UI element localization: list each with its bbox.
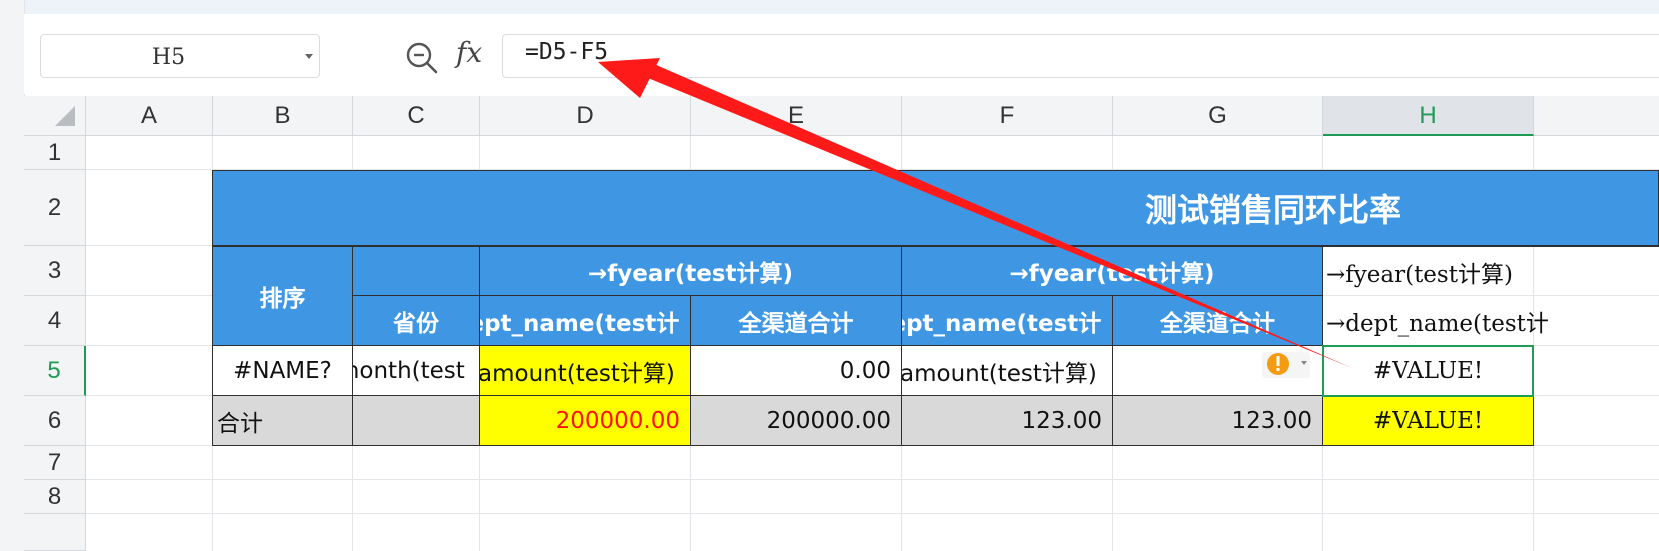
name-box[interactable]: H5 <box>40 34 320 78</box>
cell-g6[interactable]: 123.00 <box>1112 395 1323 446</box>
row-header-6[interactable]: 6 <box>24 396 86 446</box>
function-icon[interactable]: fx <box>456 36 482 69</box>
left-edge <box>0 0 25 551</box>
column-header-c[interactable]: C <box>353 96 480 136</box>
cell-h6[interactable]: #VALUE! <box>1322 395 1534 446</box>
column-header-a[interactable]: A <box>86 96 213 136</box>
header-fyear-3[interactable]: →fyear(test计算) <box>1322 246 1659 296</box>
row-header-9[interactable] <box>24 514 86 551</box>
formula-input[interactable]: =D5-F5 <box>502 34 1659 78</box>
row-header-2[interactable]: 2 <box>24 170 86 246</box>
column-header-d[interactable]: D <box>480 96 691 136</box>
row-header-5[interactable]: 5 <box>24 346 86 396</box>
name-box-value: H5 <box>151 45 186 70</box>
cell-f5[interactable]: amount(test计算) <box>901 345 1113 396</box>
column-header-i[interactable] <box>1534 96 1659 136</box>
column-header-e[interactable]: E <box>691 96 902 136</box>
column-header-h[interactable]: H <box>1323 96 1534 136</box>
chevron-down-icon[interactable] <box>305 54 313 59</box>
gridline <box>86 513 1659 514</box>
cell-b6[interactable]: 合计 <box>212 395 353 446</box>
row-header-8[interactable]: 8 <box>24 480 86 514</box>
row-header-4[interactable]: 4 <box>24 296 86 346</box>
header-province[interactable]: 省份 <box>352 295 480 346</box>
cell-e5[interactable]: 0.00 <box>690 345 902 396</box>
select-all-icon <box>55 106 75 126</box>
header-blank-c3[interactable] <box>352 246 480 296</box>
formula-text: =D5-F5 <box>525 39 609 65</box>
header-dept-1[interactable]: dept_name(test计 <box>479 295 691 346</box>
column-header-g[interactable]: G <box>1113 96 1323 136</box>
cell-e6[interactable]: 200000.00 <box>690 395 902 446</box>
cell-d6[interactable]: 200000.00 <box>479 395 691 446</box>
header-all-channels-1[interactable]: 全渠道合计 <box>690 295 902 346</box>
header-dept-2[interactable]: dept_name(test计 <box>901 295 1113 346</box>
cell-f6[interactable]: 123.00 <box>901 395 1113 446</box>
sheet-title[interactable]: 测试销售同环比率 <box>212 170 1659 246</box>
cell-c5[interactable]: month(test <box>352 345 480 396</box>
header-all-channels-2[interactable]: 全渠道合计 <box>1112 295 1323 346</box>
column-header-b[interactable]: B <box>213 96 353 136</box>
header-dept-3[interactable]: →dept_name(test计 <box>1322 296 1659 346</box>
window-top-strip <box>0 0 1659 14</box>
row-header-3[interactable]: 3 <box>24 246 86 296</box>
error-warning-icon[interactable] <box>1262 350 1312 380</box>
cell-d5[interactable]: amount(test计算) <box>479 345 691 396</box>
cell-h5[interactable]: #VALUE! <box>1322 345 1534 396</box>
cell-c6[interactable] <box>352 395 480 446</box>
header-fyear-1[interactable]: →fyear(test计算) <box>479 246 902 296</box>
cell-b5[interactable]: #NAME? <box>212 345 353 396</box>
row-header-7[interactable]: 7 <box>24 446 86 480</box>
select-all-corner[interactable] <box>24 96 86 136</box>
row-header-1[interactable]: 1 <box>24 136 86 170</box>
header-fyear-2[interactable]: →fyear(test计算) <box>901 246 1323 296</box>
zoom-out-icon[interactable] <box>404 40 440 76</box>
column-header-f[interactable]: F <box>902 96 1113 136</box>
gridline <box>86 479 1659 480</box>
header-sort[interactable]: 排序 <box>212 246 353 346</box>
